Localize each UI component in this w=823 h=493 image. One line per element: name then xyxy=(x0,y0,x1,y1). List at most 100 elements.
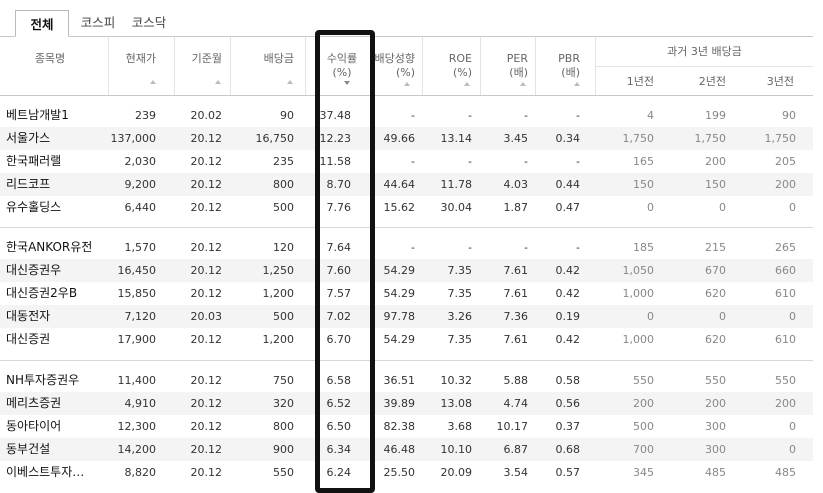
cell-base: 20.12 xyxy=(190,132,223,145)
table-row: NH투자증권우 11,400 20.12 750 6.58 36.51 10.32 5.88 0… xyxy=(0,369,813,392)
cell-payout: - xyxy=(411,155,415,168)
sort-price-icon[interactable] xyxy=(150,80,156,84)
cell-per: - xyxy=(524,155,528,168)
cell-y1: 185 xyxy=(633,241,654,254)
cell-div: 500 xyxy=(273,201,294,214)
cell-y1: 500 xyxy=(633,420,654,433)
stock-name-link[interactable]: 유수홀딩스 xyxy=(6,196,61,219)
cell-div: 16,750 xyxy=(255,132,295,145)
header-divider xyxy=(422,37,423,95)
sort-dividend-icon[interactable] xyxy=(287,80,293,84)
cell-per: 5.88 xyxy=(503,374,529,387)
cell-div: 320 xyxy=(273,397,294,410)
stock-name-link[interactable]: 이베스트투자… xyxy=(6,461,84,484)
cell-pbr: 0.34 xyxy=(555,132,581,145)
cell-y3: 550 xyxy=(775,374,796,387)
cell-y3: 200 xyxy=(775,178,796,191)
table-row: 유수홀딩스 6,440 20.12 500 7.76 15.62 30.04 1.87 0.47… xyxy=(0,196,813,219)
cell-yield: 37.48 xyxy=(319,109,352,122)
stock-name-link[interactable]: 베트남개발1 xyxy=(6,104,69,127)
table-row: 한국ANKOR유전 1,570 20.12 120 7.64 - - - - 185 215 265 xyxy=(0,236,813,259)
cell-div: 235 xyxy=(273,155,294,168)
cell-price: 7,120 xyxy=(124,310,157,323)
market-tabs: 전체 코스피 코스닥 xyxy=(0,0,823,37)
table-row: 서울가스 137,000 20.12 16,750 12.23 49.66 13.14 3.4… xyxy=(0,127,813,150)
cell-yield: 6.52 xyxy=(326,397,352,410)
sort-payout-icon[interactable] xyxy=(404,82,410,86)
stock-name-link[interactable]: 대신증권 xyxy=(6,328,50,351)
table-row: 대신증권우 16,450 20.12 1,250 7.60 54.29 7.35 7.61 0.… xyxy=(0,259,813,282)
cell-payout: 15.62 xyxy=(383,201,416,214)
stock-name-link[interactable]: 한국패러랠 xyxy=(6,150,61,173)
header-1y-ago: 1년전 xyxy=(626,75,654,88)
cell-roe: 11.78 xyxy=(440,178,473,191)
table-row: 메리츠증권 4,910 20.12 320 6.52 39.89 13.08 4.74 0.56… xyxy=(0,392,813,415)
cell-payout: 44.64 xyxy=(383,178,416,191)
stock-name-link[interactable]: 서울가스 xyxy=(6,127,50,150)
tab-kospi[interactable]: 코스피 xyxy=(76,9,120,36)
cell-base: 20.12 xyxy=(190,241,223,254)
sort-pbr-icon[interactable] xyxy=(574,82,580,86)
cell-payout: 25.50 xyxy=(383,466,416,479)
tab-kosdaq[interactable]: 코스닥 xyxy=(127,9,171,36)
cell-base: 20.03 xyxy=(190,310,223,323)
cell-pbr: 0.42 xyxy=(555,264,581,277)
stock-name-link[interactable]: 메리츠증권 xyxy=(6,392,61,415)
stock-name-link[interactable]: 한국ANKOR유전 xyxy=(6,236,92,259)
stock-name-link[interactable]: 대신증권2우B xyxy=(6,282,77,305)
cell-y2: 0 xyxy=(719,201,726,214)
header-divider xyxy=(305,37,306,95)
table-row: 한국패러랠 2,030 20.12 235 11.58 - - - - 165 200 205 xyxy=(0,150,813,173)
cell-price: 137,000 xyxy=(110,132,157,145)
header-pbr-label: PBR xyxy=(558,52,580,65)
cell-y3: 1,750 xyxy=(764,132,797,145)
cell-payout: 49.66 xyxy=(383,132,416,145)
cell-y2: 150 xyxy=(705,178,726,191)
table-row: 대신증권2우B 15,850 20.12 1,200 7.57 54.29 7.35 7.61… xyxy=(0,282,813,305)
header-per: PER (배) xyxy=(484,52,528,80)
cell-y3: 485 xyxy=(775,466,796,479)
stock-name-link[interactable]: 동부건설 xyxy=(6,438,50,461)
cell-y3: 205 xyxy=(775,155,796,168)
cell-yield: 7.64 xyxy=(326,241,352,254)
cell-base: 20.12 xyxy=(190,201,223,214)
cell-yield: 6.34 xyxy=(326,443,352,456)
cell-y2: 199 xyxy=(705,109,726,122)
header-divider xyxy=(480,37,481,95)
cell-yield: 11.58 xyxy=(319,155,352,168)
cell-y3: 200 xyxy=(775,397,796,410)
cell-y1: 1,000 xyxy=(622,333,655,346)
cell-div: 900 xyxy=(273,443,294,456)
stock-name-link[interactable]: 동아타이어 xyxy=(6,415,61,438)
stock-name-link[interactable]: 대동전자 xyxy=(6,305,50,328)
sort-yield-icon[interactable] xyxy=(344,81,350,85)
cell-y2: 1,750 xyxy=(694,132,727,145)
cell-roe: 3.26 xyxy=(447,310,473,323)
cell-y1: 1,000 xyxy=(622,287,655,300)
cell-base: 20.02 xyxy=(190,109,223,122)
cell-per: 7.36 xyxy=(503,310,529,323)
header-payout: 배당성향 (%) xyxy=(364,52,415,80)
cell-y1: 550 xyxy=(633,374,654,387)
header-3y-ago: 3년전 xyxy=(766,75,794,88)
cell-price: 1,570 xyxy=(124,241,157,254)
stock-name-link[interactable]: NH투자증권우 xyxy=(6,369,79,392)
stock-name-link[interactable]: 대신증권우 xyxy=(6,259,61,282)
cell-y2: 485 xyxy=(705,466,726,479)
sort-base-month-icon[interactable] xyxy=(215,80,221,84)
stock-name-link[interactable]: 리드코프 xyxy=(6,173,50,196)
cell-payout: 46.48 xyxy=(383,443,416,456)
cell-per: 7.61 xyxy=(503,264,529,277)
cell-pbr: - xyxy=(576,109,580,122)
tab-all[interactable]: 전체 xyxy=(15,10,69,37)
table-row: 대신증권 17,900 20.12 1,200 6.70 54.29 7.35 7.61 0.4… xyxy=(0,328,813,351)
cell-y1: 165 xyxy=(633,155,654,168)
sort-roe-icon[interactable] xyxy=(464,82,470,86)
cell-price: 6,440 xyxy=(124,201,157,214)
cell-y1: 0 xyxy=(647,201,654,214)
cell-div: 500 xyxy=(273,310,294,323)
cell-payout: 54.29 xyxy=(383,287,416,300)
sort-per-icon[interactable] xyxy=(520,82,526,86)
cell-per: 1.87 xyxy=(503,201,529,214)
cell-div: 800 xyxy=(273,420,294,433)
